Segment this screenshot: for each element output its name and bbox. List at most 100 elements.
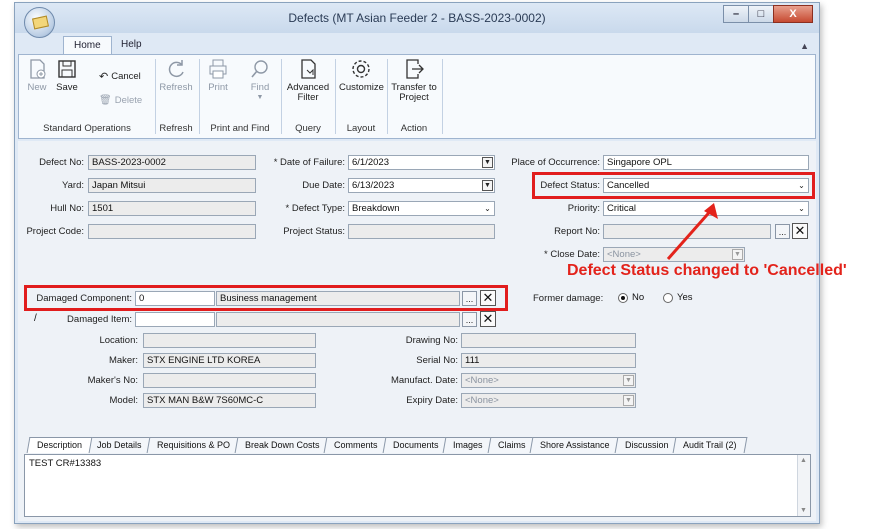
maximize-button[interactable]: □ xyxy=(748,5,774,23)
magnifier-icon xyxy=(251,60,268,78)
customize-button[interactable]: Customize xyxy=(339,58,384,93)
scroll-down-icon[interactable]: ▼ xyxy=(800,507,807,514)
tab-discussion[interactable]: Discussion xyxy=(614,437,679,453)
tab-help[interactable]: Help xyxy=(111,36,152,56)
priority-value: Critical xyxy=(607,203,637,214)
project-code-field[interactable] xyxy=(88,224,256,239)
tab-audit-trail[interactable]: Audit Trail (2) xyxy=(672,437,748,453)
item-clear-button[interactable]: ✕ xyxy=(480,311,496,327)
hull-no-label: Hull No: xyxy=(50,203,84,214)
serial-no-field[interactable]: 111 xyxy=(461,353,636,368)
model-field[interactable]: STX MAN B&W 7S60MC-C xyxy=(143,393,316,408)
tab-job-details[interactable]: Job Details xyxy=(86,437,152,453)
location-field[interactable] xyxy=(143,333,316,348)
defect-status-highlight xyxy=(532,172,815,199)
defect-type-select[interactable]: Breakdown ⌄ xyxy=(348,201,495,216)
close-window-button[interactable]: X xyxy=(773,5,813,23)
ribbon: New Save ↶ Cancel 🗑 Delete Standard Oper… xyxy=(18,54,816,139)
defect-type-label: * Defect Type: xyxy=(285,203,346,214)
former-damage-yes-radio[interactable]: Yes xyxy=(663,292,693,303)
damaged-component-code-field[interactable]: 0 xyxy=(135,291,215,306)
advanced-filter-button[interactable]: Advanced Filter xyxy=(285,58,331,103)
new-document-icon xyxy=(30,59,46,79)
tab-shore-assistance[interactable]: Shore Assistance xyxy=(529,437,621,453)
due-date-field[interactable]: 6/13/2023 ▼ xyxy=(348,178,495,193)
transfer-to-project-button[interactable]: Transfer to Project xyxy=(391,58,437,103)
scroll-up-icon[interactable]: ▲ xyxy=(800,457,807,464)
print-label: Print xyxy=(208,82,228,93)
print-button[interactable]: Print xyxy=(205,58,231,93)
damaged-item-name-field[interactable] xyxy=(216,312,460,327)
project-status-field[interactable] xyxy=(348,224,495,239)
printer-icon xyxy=(209,59,227,79)
save-icon xyxy=(58,60,76,78)
refresh-icon xyxy=(168,60,184,78)
chevron-down-icon[interactable]: ⌄ xyxy=(796,203,807,214)
tab-label: Requisitions & PO xyxy=(156,440,230,450)
hull-no-field[interactable]: 1501 xyxy=(88,201,256,216)
tab-label: Documents xyxy=(392,440,439,450)
ribbon-collapse-icon[interactable]: ▲ xyxy=(800,41,809,51)
tab-documents[interactable]: Documents xyxy=(382,437,449,453)
tab-description[interactable]: Description xyxy=(26,437,93,453)
calendar-dropdown-icon[interactable]: ▼ xyxy=(623,375,634,386)
cancel-button[interactable]: ↶ Cancel xyxy=(99,70,141,83)
priority-label: Priority: xyxy=(567,203,600,214)
component-clear-button[interactable]: ✕ xyxy=(480,290,496,306)
date-of-failure-value: 6/1/2023 xyxy=(352,157,389,168)
save-button[interactable]: Save xyxy=(53,58,81,93)
undo-icon: ↶ xyxy=(99,71,109,83)
chevron-down-icon[interactable]: ⌄ xyxy=(482,203,493,214)
description-textarea[interactable]: TEST CR#13383 ▲ ▼ xyxy=(24,454,811,517)
yard-field[interactable]: Japan Mitsui xyxy=(88,178,256,193)
new-button[interactable]: New xyxy=(23,58,51,93)
makers-no-field[interactable] xyxy=(143,373,316,388)
tab-label: Description xyxy=(37,440,83,450)
expiry-date-label: Expiry Date: xyxy=(406,395,458,406)
tab-requisitions-po[interactable]: Requisitions & PO xyxy=(146,437,241,453)
refresh-button[interactable]: Refresh xyxy=(158,58,194,93)
vertical-scrollbar[interactable]: ▲ ▼ xyxy=(797,455,810,516)
model-label: Model: xyxy=(109,395,138,406)
component-browse-button[interactable]: ... xyxy=(462,291,477,306)
tab-images[interactable]: Images xyxy=(442,437,494,453)
find-button[interactable]: Find ▼ xyxy=(247,58,273,103)
damaged-item-code-field[interactable] xyxy=(135,312,215,327)
defect-type-value: Breakdown xyxy=(352,203,400,214)
tab-label: Comments xyxy=(334,440,378,450)
tab-comments[interactable]: Comments xyxy=(323,437,389,453)
minimize-button[interactable]: – xyxy=(723,5,749,23)
annotation-text: Defect Status changed to 'Cancelled' xyxy=(567,262,847,279)
export-icon xyxy=(406,59,424,79)
place-of-occurrence-field[interactable]: Singapore OPL xyxy=(603,155,809,170)
application-menu-button[interactable] xyxy=(24,7,55,38)
delete-button[interactable]: 🗑 Delete xyxy=(99,95,142,106)
calendar-dropdown-icon[interactable]: ▼ xyxy=(482,180,493,191)
maker-field[interactable]: STX ENGINE LTD KOREA xyxy=(143,353,316,368)
ribbon-separator xyxy=(335,59,336,134)
tab-break-down-costs[interactable]: Break Down Costs xyxy=(234,437,330,453)
drawing-no-field[interactable] xyxy=(461,333,636,348)
report-clear-button[interactable]: ✕ xyxy=(792,223,808,239)
calendar-dropdown-icon[interactable]: ▼ xyxy=(482,157,493,168)
item-browse-button[interactable]: ... xyxy=(462,312,477,327)
damaged-item-label: Damaged Item: xyxy=(67,314,132,325)
tab-home[interactable]: Home xyxy=(63,36,112,56)
tab-label: Discussion xyxy=(624,440,669,450)
damaged-component-name-field[interactable]: Business management xyxy=(216,291,460,306)
manufact-date-field[interactable]: <None> ▼ xyxy=(461,373,636,388)
find-label: Find xyxy=(250,82,270,93)
calendar-dropdown-icon[interactable]: ▼ xyxy=(623,395,634,406)
title-bar[interactable]: Defects (MT Asian Feeder 2 - BASS-2023-0… xyxy=(15,3,819,33)
drawing-no-label: Drawing No: xyxy=(405,335,458,346)
tab-claims[interactable]: Claims xyxy=(487,437,536,453)
report-browse-button[interactable]: ... xyxy=(775,224,790,239)
date-of-failure-field[interactable]: 6/1/2023 ▼ xyxy=(348,155,495,170)
former-damage-no-radio[interactable]: No xyxy=(618,292,644,303)
defects-window: Defects (MT Asian Feeder 2 - BASS-2023-0… xyxy=(14,2,847,524)
defect-no-field[interactable]: BASS-2023-0002 xyxy=(88,155,256,170)
calendar-dropdown-icon[interactable]: ▼ xyxy=(732,249,743,260)
customize-label: Customize xyxy=(339,82,384,93)
damaged-component-label: Damaged Component: xyxy=(36,293,132,304)
expiry-date-field[interactable]: <None> ▼ xyxy=(461,393,636,408)
